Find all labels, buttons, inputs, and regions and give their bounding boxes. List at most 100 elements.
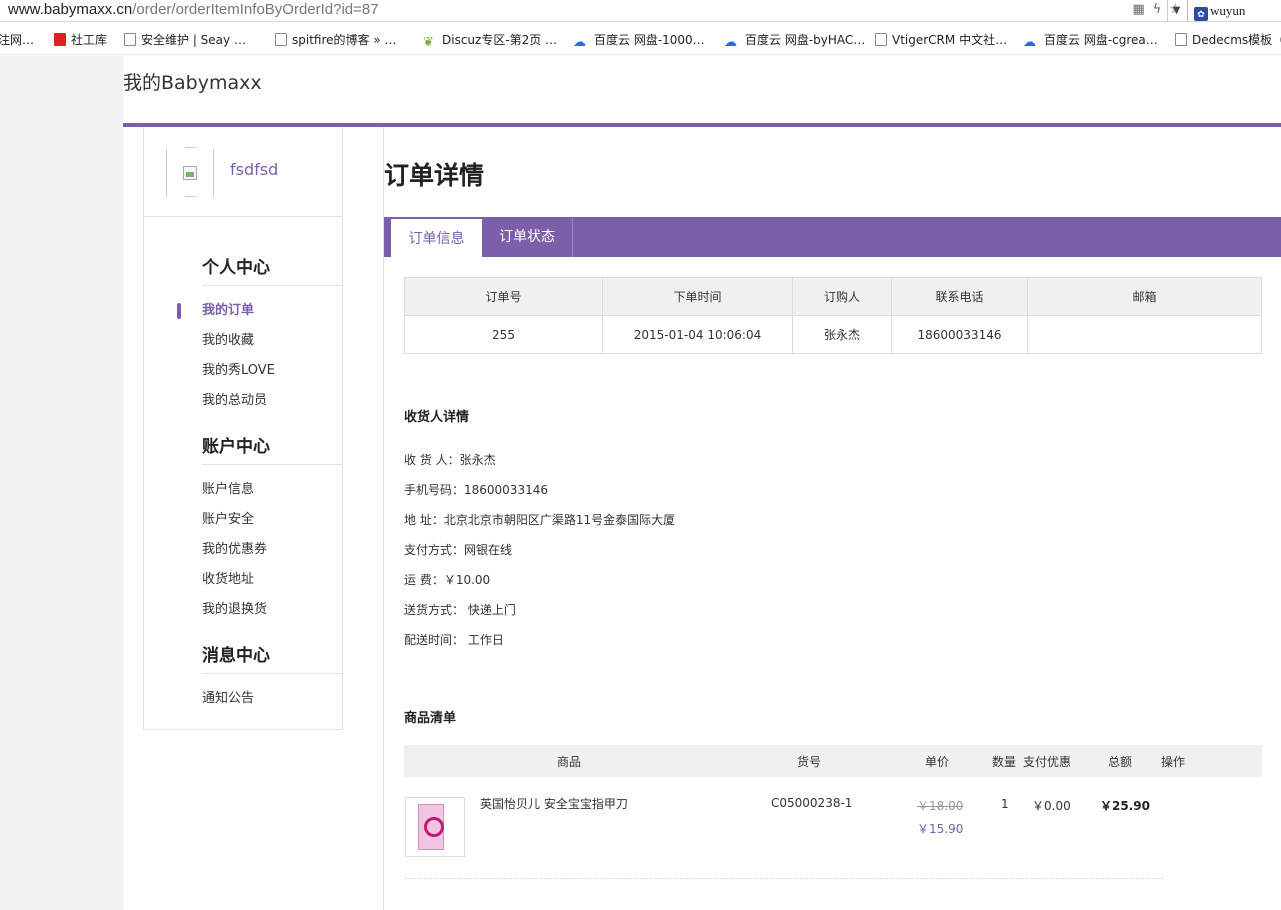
- profile-button[interactable]: ✿ wuyun: [1187, 0, 1281, 22]
- table-row: 255 2015-01-04 10:06:04 张永杰 18600033146: [404, 315, 1262, 354]
- sidebar-item-favorites[interactable]: 我的收藏: [202, 326, 343, 356]
- url-host: www.babymaxx.cn: [8, 1, 133, 18]
- tab-order-info[interactable]: 订单信息: [391, 219, 482, 257]
- url-path: /order/orderItemInfoByOrderId?id=87: [132, 1, 379, 18]
- payment-method: 支付方式：网银在线: [404, 543, 513, 557]
- receiver-address: 地 址：北京北京市朝阳区广渠路11号金泰国际大厦: [404, 513, 676, 527]
- column-header: 订单号: [404, 277, 603, 316]
- sidebar-item-my-orders[interactable]: 我的订单: [177, 296, 343, 326]
- url-text[interactable]: www.babymaxx.cn/order/orderItemInfoByOrd…: [8, 1, 379, 18]
- column-header: 操作: [1161, 755, 1186, 769]
- sidebar-item-mobilization[interactable]: 我的总动员: [202, 386, 343, 416]
- menu-group-title: 消息中心: [202, 639, 343, 674]
- sidebar-item-notices[interactable]: 通知公告: [202, 684, 343, 714]
- column-header: 联系电话: [891, 277, 1028, 316]
- page-icon: [875, 33, 887, 46]
- column-header: 总额: [1108, 755, 1133, 769]
- receiver-name: 收 货 人：张永杰: [404, 453, 496, 467]
- column-header: 货号: [797, 755, 822, 769]
- table-header-row: 订单号 下单时间 订购人 联系电话 邮箱: [404, 277, 1262, 316]
- bookmark-item[interactable]: VtigerCRM 中文社…: [875, 31, 1007, 48]
- column-header: 商品: [557, 755, 582, 769]
- unit-price: ￥15.90: [917, 822, 964, 836]
- payment-discount: ￥0.00: [1032, 799, 1071, 813]
- shipping-fee: 运 费：￥10.00: [404, 573, 491, 587]
- browser-address-bar[interactable]: www.babymaxx.cn/order/orderItemInfoByOrd…: [0, 0, 1281, 22]
- product-total: ￥25.90: [1100, 799, 1150, 813]
- profile-name: wuyun: [1210, 3, 1246, 18]
- page-icon: [124, 33, 136, 46]
- receiver-section-title: 收货人详情: [404, 410, 470, 425]
- product-quantity: 1: [1001, 797, 1009, 811]
- bookmark-item[interactable]: spitfire的博客 » …: [275, 31, 397, 48]
- contact-phone: 18600033146: [891, 315, 1028, 354]
- cloud-icon: ☁: [724, 35, 737, 50]
- bookmark-item[interactable]: 社工库: [54, 31, 107, 48]
- menu-group-title: 个人中心: [202, 251, 343, 286]
- email: [1027, 315, 1262, 354]
- column-header: 支付优惠: [1023, 755, 1072, 769]
- menu-group-messages: 消息中心 通知公告: [202, 639, 343, 714]
- order-table: 订单号 下单时间 订购人 联系电话 邮箱 255 2015-01-04 10:0…: [404, 277, 1262, 354]
- tab-bar: 订单信息 订单状态: [384, 217, 1281, 257]
- bookmark-item[interactable]: 安全维护 | Seay …: [124, 31, 246, 48]
- active-indicator: [177, 303, 181, 319]
- column-header: 数量: [992, 755, 1017, 769]
- menu-group-account: 账户中心 账户信息 账户安全 我的优惠券 收货地址 我的退换货: [202, 430, 343, 625]
- sidebar-item-returns[interactable]: 我的退换货: [202, 595, 343, 625]
- column-header: 邮箱: [1027, 277, 1262, 316]
- product-sku: C05000238-1: [771, 796, 853, 810]
- site-title: 我的Babymaxx: [123, 72, 262, 94]
- tab-order-status[interactable]: 订单状态: [482, 217, 573, 257]
- user-profile: fsdfsd: [144, 127, 342, 217]
- cloud-icon: ☁: [1023, 35, 1036, 50]
- orderer-name: 张永杰: [792, 315, 892, 354]
- menu-group-personal: 个人中心 我的订单 我的收藏 我的秀LOVE 我的总动员: [177, 251, 343, 416]
- column-header: 下单时间: [602, 277, 793, 316]
- receiver-phone: 手机号码：18600033146: [404, 483, 548, 497]
- bookmark-item[interactable]: ☁ 百度云 网盘-cgrea…: [1023, 31, 1158, 50]
- bookmark-item[interactable]: ❦ Discuz专区-第2页 …: [423, 31, 557, 50]
- sidebar-item-account-info[interactable]: 账户信息: [202, 475, 343, 505]
- order-time: 2015-01-04 10:06:04: [602, 315, 793, 354]
- original-price: ￥18.00: [917, 799, 964, 813]
- sidebar-item-show-love[interactable]: 我的秀LOVE: [202, 356, 343, 386]
- page-gutter: [0, 56, 123, 910]
- bookmark-item[interactable]: Dedecms模板（织: [1175, 31, 1281, 48]
- main-panel: 订单详情 订单信息 订单状态 订单号 下单时间 订购人 联系电话 邮箱 255 …: [383, 127, 1281, 910]
- bookmark-item[interactable]: ☁ 百度云 网盘-byHAC…: [724, 31, 865, 50]
- leaf-icon: ❦: [423, 35, 434, 50]
- column-header: 单价: [925, 755, 950, 769]
- page-title: 订单详情: [384, 161, 485, 190]
- qr-code-icon[interactable]: ▦: [1132, 2, 1144, 17]
- delivery-time: 配送时间： 工作日: [404, 633, 504, 647]
- nail-clipper-package: [418, 804, 444, 850]
- avatar[interactable]: [166, 149, 214, 197]
- page-content: 我的Babymaxx fsdfsd 个人中心 我的订单 我的收藏 我的秀LOVE…: [0, 56, 1281, 910]
- product-name-link[interactable]: 英国怡贝儿 安全宝宝指甲刀: [480, 795, 628, 812]
- bookmark-item[interactable]: ☁ 百度云 网盘-1000…: [573, 31, 705, 50]
- sidebar-item-account-security[interactable]: 账户安全: [202, 505, 343, 535]
- bookmarks-bar: 注网… 社工库 安全维护 | Seay … spitfire的博客 » … ❦ D…: [0, 23, 1281, 55]
- goods-section-title: 商品清单: [404, 711, 457, 726]
- column-header: 订购人: [792, 277, 892, 316]
- page-icon: [275, 33, 287, 46]
- broken-image-icon: [183, 166, 197, 180]
- goods-table-header: 商品 货号 单价 数量 支付优惠 总额 操作: [404, 745, 1262, 777]
- bookmark-item[interactable]: 注网…: [0, 31, 34, 48]
- table-row: 英国怡贝儿 安全宝宝指甲刀 C05000238-1 ￥18.00 ￥15.90 …: [404, 795, 1164, 879]
- url-dropdown-icon[interactable]: ▼: [1167, 0, 1185, 22]
- paw-icon: ✿: [1194, 7, 1208, 21]
- delivery-method: 送货方式： 快递上门: [404, 603, 516, 617]
- product-image[interactable]: [405, 797, 465, 857]
- page-icon: [1175, 33, 1187, 46]
- bookmark-favicon: [54, 33, 66, 46]
- username[interactable]: fsdfsd: [230, 160, 278, 179]
- sidebar-item-addresses[interactable]: 收货地址: [202, 565, 343, 595]
- lightning-icon[interactable]: ϟ: [1153, 2, 1162, 17]
- sidebar: fsdfsd 个人中心 我的订单 我的收藏 我的秀LOVE 我的总动员 账户中心…: [143, 127, 343, 730]
- order-number: 255: [404, 315, 603, 354]
- cloud-icon: ☁: [573, 35, 586, 50]
- sidebar-item-coupons[interactable]: 我的优惠券: [202, 535, 343, 565]
- menu-group-title: 账户中心: [202, 430, 343, 465]
